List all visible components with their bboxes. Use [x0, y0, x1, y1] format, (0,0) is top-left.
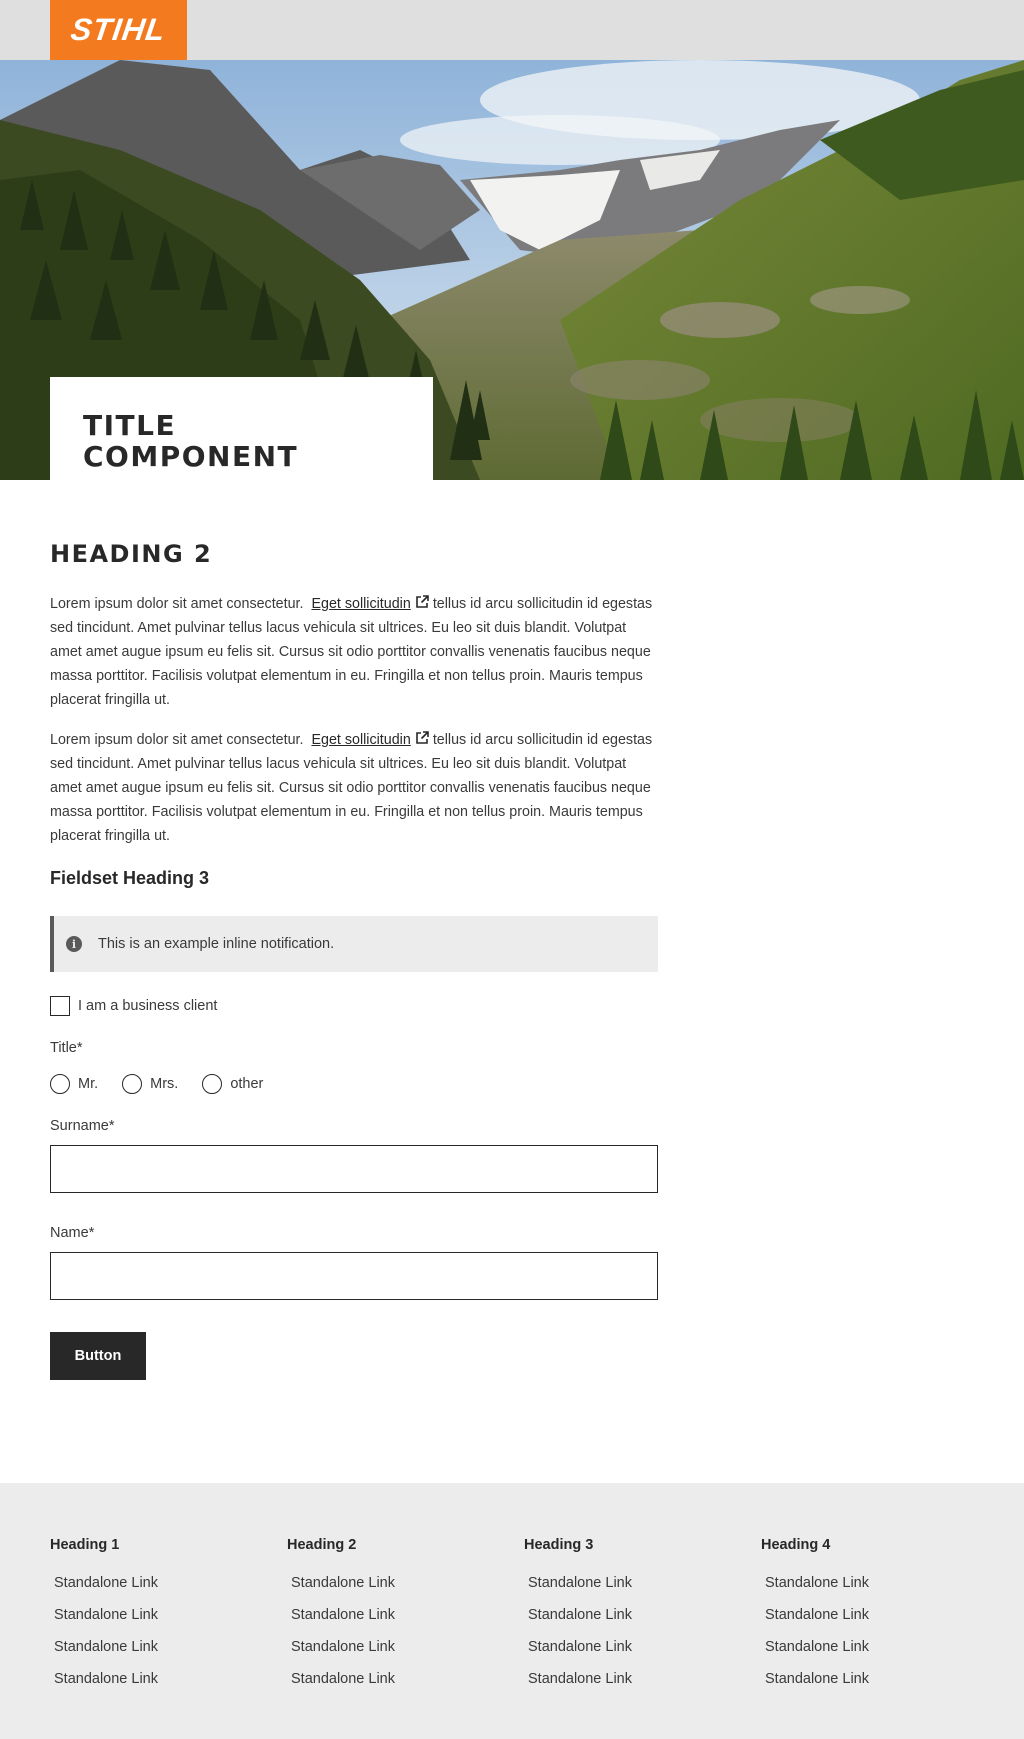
footer-heading: Heading 3 — [524, 1537, 594, 1553]
stihl-logo[interactable]: STIHL — [50, 0, 187, 60]
footer-link[interactable]: Standalone Link — [765, 1631, 961, 1663]
footer-link[interactable]: Standalone Link — [291, 1567, 487, 1599]
footer-link[interactable]: Standalone Link — [765, 1599, 961, 1631]
radio-option-mr[interactable]: Mr. — [50, 1074, 98, 1094]
footer-link[interactable]: Standalone Link — [54, 1599, 250, 1631]
title-radio-group: Mr. Mrs. other — [50, 1074, 658, 1094]
footer-column-3: Heading 3 Standalone Link Standalone Lin… — [524, 1537, 724, 1695]
footer-link[interactable]: Standalone Link — [54, 1567, 250, 1599]
business-client-checkbox[interactable] — [50, 996, 70, 1016]
notification-text: This is an example inline notification. — [98, 936, 335, 952]
footer-link-list: Standalone Link Standalone Link Standalo… — [287, 1567, 487, 1695]
external-link-icon — [416, 595, 429, 608]
footer-link[interactable]: Standalone Link — [291, 1599, 487, 1631]
footer-link[interactable]: Standalone Link — [528, 1567, 724, 1599]
footer-link[interactable]: Standalone Link — [528, 1663, 724, 1695]
required-mark: * — [76, 1040, 83, 1056]
site-footer: Heading 1 Standalone Link Standalone Lin… — [0, 1483, 1024, 1739]
inline-link[interactable]: Eget sollicitudin — [311, 596, 410, 612]
radio-button[interactable] — [50, 1074, 70, 1094]
footer-link[interactable]: Standalone Link — [291, 1663, 487, 1695]
footer-link[interactable]: Standalone Link — [528, 1599, 724, 1631]
name-field-label: Name* — [50, 1225, 658, 1243]
paragraph: Lorem ipsum dolor sit amet consectetur. … — [50, 728, 658, 848]
name-input[interactable] — [50, 1252, 658, 1300]
title-card: TITLE COMPONENT — [50, 377, 433, 480]
footer-heading: Heading 2 — [287, 1537, 357, 1553]
inline-notification: i This is an example inline notification… — [50, 916, 658, 972]
footer-link[interactable]: Standalone Link — [54, 1663, 250, 1695]
footer-link[interactable]: Standalone Link — [765, 1567, 961, 1599]
radio-label: Mr. — [78, 1076, 99, 1092]
footer-link[interactable]: Standalone Link — [291, 1631, 487, 1663]
paragraph-text: Lorem ipsum dolor sit amet consectetur. — [50, 732, 304, 748]
logo-text: STIHL — [68, 12, 169, 47]
footer-link-list: Standalone Link Standalone Link Standalo… — [761, 1567, 961, 1695]
footer-column-2: Heading 2 Standalone Link Standalone Lin… — [287, 1537, 487, 1695]
page-title: TITLE COMPONENT — [83, 409, 299, 473]
external-link-icon — [416, 731, 429, 744]
name-label-text: Name — [50, 1225, 89, 1241]
title-label-text: Title — [50, 1040, 77, 1056]
radio-label: other — [230, 1076, 264, 1092]
required-mark: * — [108, 1118, 115, 1134]
footer-heading: Heading 1 — [50, 1537, 120, 1553]
footer-column-1: Heading 1 Standalone Link Standalone Lin… — [50, 1537, 250, 1695]
surname-input[interactable] — [50, 1145, 658, 1193]
paragraph: Lorem ipsum dolor sit amet consectetur. … — [50, 592, 658, 712]
info-icon: i — [66, 936, 82, 952]
footer-link[interactable]: Standalone Link — [765, 1663, 961, 1695]
footer-link-list: Standalone Link Standalone Link Standalo… — [524, 1567, 724, 1695]
footer-heading: Heading 4 — [761, 1537, 831, 1553]
surname-label-text: Surname — [50, 1118, 109, 1134]
radio-label: Mrs. — [150, 1076, 179, 1092]
hero-image: TITLE COMPONENT — [0, 60, 1024, 480]
paragraph-text: tellus id arcu sollicitudin id egestas s… — [50, 596, 653, 708]
radio-option-other[interactable]: other — [202, 1074, 263, 1094]
footer-link[interactable]: Standalone Link — [528, 1631, 724, 1663]
section-heading: HEADING 2 — [50, 540, 213, 568]
site-header: STIHL — [0, 0, 1024, 60]
radio-option-mrs[interactable]: Mrs. — [122, 1074, 178, 1094]
main-content: HEADING 2 Lorem ipsum dolor sit amet con… — [50, 540, 658, 1380]
footer-column-4: Heading 4 Standalone Link Standalone Lin… — [761, 1537, 961, 1695]
checkbox-label: I am a business client — [78, 998, 218, 1014]
paragraph-text: Lorem ipsum dolor sit amet consectetur. — [50, 596, 304, 612]
submit-button[interactable]: Button — [50, 1332, 146, 1380]
radio-button[interactable] — [202, 1074, 223, 1094]
radio-button[interactable] — [122, 1074, 143, 1094]
required-mark: * — [88, 1225, 95, 1241]
inline-link[interactable]: Eget sollicitudin — [311, 732, 410, 748]
footer-link[interactable]: Standalone Link — [54, 1631, 250, 1663]
title-field-label: Title* — [50, 1040, 658, 1058]
surname-field-label: Surname* — [50, 1118, 658, 1136]
footer-link-list: Standalone Link Standalone Link Standalo… — [50, 1567, 250, 1695]
fieldset-heading: Fieldset Heading 3 — [50, 868, 210, 888]
paragraph-text: tellus id arcu sollicitudin id egestas s… — [50, 732, 653, 844]
business-client-checkbox-row: I am a business client — [50, 996, 658, 1016]
